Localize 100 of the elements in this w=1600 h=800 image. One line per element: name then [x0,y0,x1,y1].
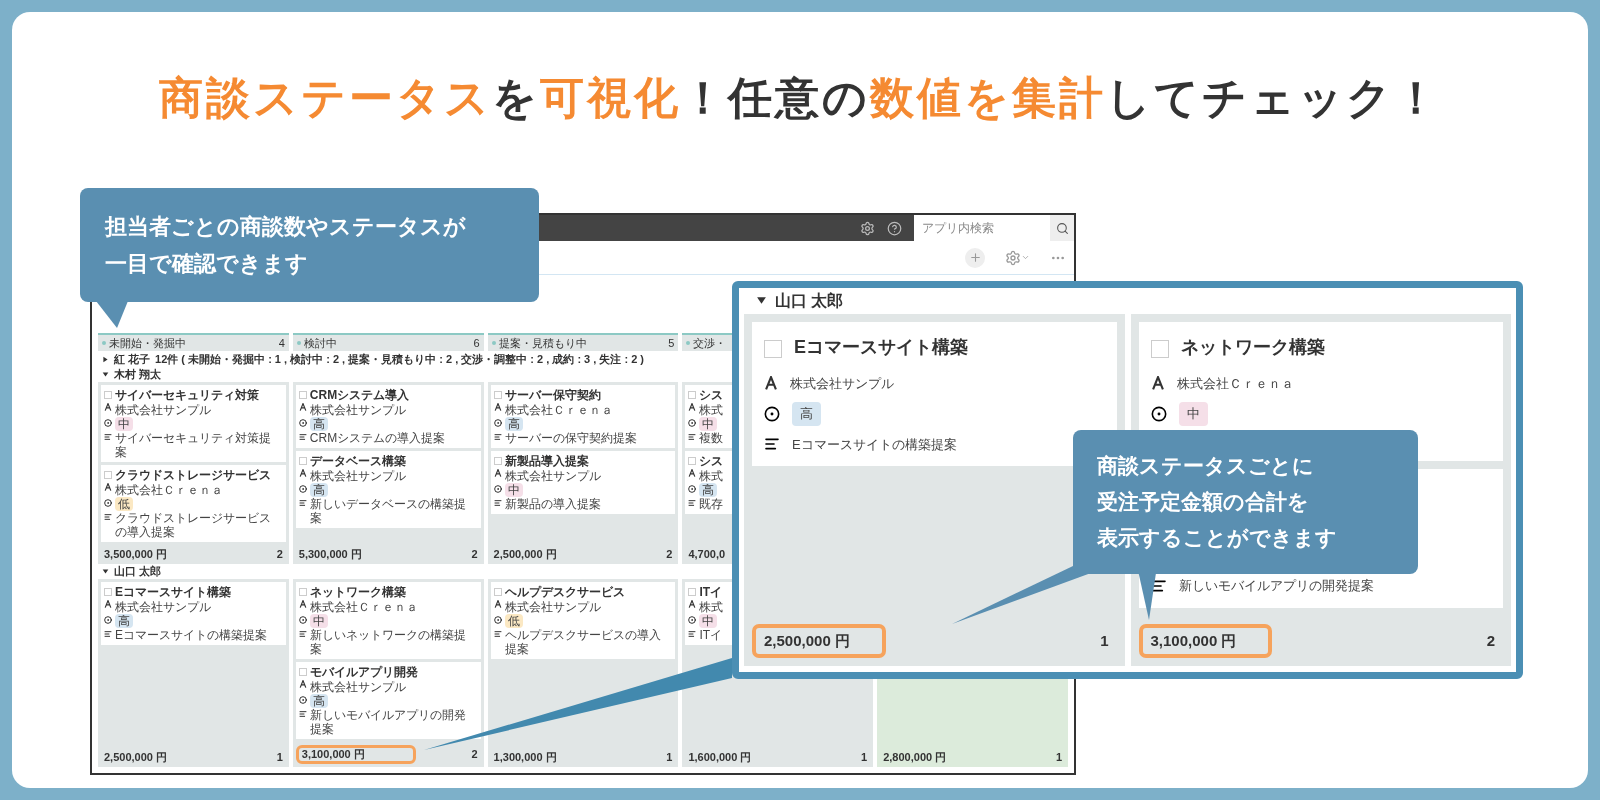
radio-icon [688,616,697,624]
column-title: 交渉・ [693,336,727,350]
deal-title: シス [699,454,724,468]
checkbox[interactable] [104,391,112,399]
checkbox[interactable] [688,457,697,465]
text-lines-icon [493,433,502,441]
deal-description: ヘルプデスクサービスの導入提案 [504,628,662,656]
deal-description: Eコマースサイトの構築提案 [792,435,957,454]
search-field[interactable]: アプリ内検索 [914,215,1050,241]
font-icon [298,600,307,608]
deal-card[interactable]: Eコマースサイト構築 株式会社サンプル 高 Eコマースサイトの構築提案 [101,582,286,645]
deal-description: サーバーの保守契約提案 [504,431,637,445]
company-name: 株式 [699,403,724,417]
deal-count: 2 [471,748,479,761]
checkbox[interactable] [298,457,307,465]
total-amount: 2,500,000 円 [752,623,886,658]
triangle-icon[interactable] [102,371,109,378]
deal-card[interactable]: 新製品導入提案 株式会社サンプル 中 新製品の導入提案 [490,451,676,514]
radio-icon [688,419,697,427]
total-amount: 2,500,000 円 [492,548,558,561]
deal-count: 1 [276,751,284,764]
settings-menu-button[interactable] [1005,249,1030,266]
search-icon [1055,221,1069,235]
callout-text: 受注予定金額の合計を [1097,489,1310,515]
deal-card[interactable]: モバイルアプリ開発 株式会社サンプル 高 新しいモバイルアプリの開発提案 [295,662,481,739]
deal-description: ITイ [699,628,723,642]
deal-description: CRMシステムの導入提案 [309,431,446,445]
company-name: 株式会社Ｃｒｅｎａ [309,600,418,614]
checkbox[interactable] [298,668,307,676]
priority-tag: 高 [792,402,821,426]
font-icon [298,680,307,688]
font-icon [104,600,112,608]
checkbox[interactable] [298,391,307,399]
add-button[interactable] [965,247,985,268]
checkbox[interactable] [298,588,307,596]
priority-tag: 中 [699,417,718,431]
headline-text: を [492,72,540,124]
deal-count: 1 [1100,630,1110,651]
deal-title: ヘルプデスクサービス [504,585,625,599]
font-icon [104,403,112,411]
radio-icon [298,419,307,427]
font-icon [298,403,307,411]
help-icon[interactable] [887,220,902,236]
company-name: 株式会社Ｃｒｅｎａ [1176,374,1294,393]
deal-title: ITイ [699,585,723,599]
deal-card[interactable]: データベース構築 株式会社サンプル 高 新しいデータベースの構築提案 [295,451,481,528]
deal-count: 2 [276,548,284,561]
priority-tag: 高 [309,694,328,708]
triangle-icon[interactable] [102,568,109,575]
checkbox[interactable] [104,471,112,479]
deal-description: 新しいデータベースの構築提案 [309,497,467,525]
headline-text: 数値を集計 [870,72,1106,124]
deal-card[interactable]: クラウドストレージサービス 株式会社Ｃｒｅｎａ 低 クラウドストレージサービスの導入提案 [101,465,286,542]
text-lines-icon [298,630,307,638]
checkbox[interactable] [688,391,697,399]
triangle-icon[interactable] [756,295,767,307]
checkbox[interactable] [1150,339,1169,358]
deal-description: 新しいモバイルアプリの開発提案 [309,708,467,736]
column-count: 6 [473,336,480,350]
group-summary: 12件 ( 未開始・発掘中 : 1 , 検討中 : 2 , 提案・見積もり中 : 2 , 交渉・調整中 : 2 , 成約 : 3 , 失注 : 2 ) [155,352,644,366]
total-amount: 3,100,000 円 [295,745,416,764]
checkbox[interactable] [493,457,502,465]
deal-card[interactable]: ネットワーク構築 株式会社Ｃｒｅｎａ 中 新しいネットワークの構築提案 [295,582,481,659]
total-amount: 2,800,000 円 [882,751,948,764]
text-lines-icon [688,630,697,638]
checkbox[interactable] [764,339,782,358]
font-icon [764,376,778,391]
deal-title: サイバーセキュリティ対策 [115,388,259,402]
deal-count: 2 [666,548,674,561]
checkbox[interactable] [688,588,697,596]
callout-text: 一目で確認できます [105,250,309,278]
priority-tag: 高 [309,483,328,497]
text-lines-icon [104,433,112,441]
column-title: 検討中 [303,336,337,350]
column-count: 5 [668,336,675,350]
triangle-icon[interactable] [102,355,109,363]
priority-tag: 低 [504,614,523,628]
checkbox[interactable] [104,588,112,596]
font-icon [493,469,502,477]
radio-icon [764,405,780,422]
group-name: 山口 太郎 [775,290,844,311]
deal-card[interactable]: CRMシステム導入 株式会社サンプル 高 CRMシステムの導入提案 [295,385,481,448]
group-name: 木村 翔太 [114,368,162,381]
radio-icon [298,696,307,704]
company-name: 株式 [699,469,724,483]
deal-title: サーバー保守契約 [504,388,601,402]
deal-description: 複数 [699,431,724,445]
deal-card[interactable]: サーバー保守契約 株式会社Ｃｒｅｎａ 高 サーバーの保守契約提案 [490,385,676,448]
total-amount: 1,300,000 円 [492,751,558,764]
settings-icon[interactable] [860,220,875,236]
company-name: 株式会社サンプル [309,403,406,417]
checkbox[interactable] [493,588,502,596]
search-button[interactable] [1050,215,1074,241]
deal-card[interactable]: ヘルプデスクサービス 株式会社サンプル 低 ヘルプデスクサービスの導入提案 [490,582,676,659]
checkbox[interactable] [493,391,502,399]
font-icon [493,600,502,608]
company-name: 株式会社Ｃｒｅｎａ [504,403,613,417]
total-amount: 4,700,0 [687,548,727,561]
deal-description: サイバーセキュリティ対策提案 [115,431,272,459]
deal-card[interactable]: サイバーセキュリティ対策 株式会社サンプル 中 サイバーセキュリティ対策提案 [101,385,286,462]
